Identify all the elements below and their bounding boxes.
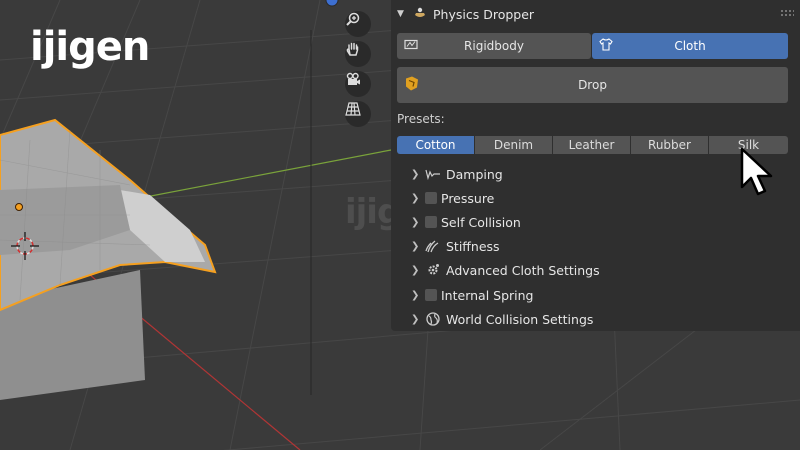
chevron-down-icon: ▼ [397,9,404,19]
pressure-checkbox[interactable] [425,192,437,204]
subpanel-label: Pressure [441,190,495,206]
drag-handle-icon[interactable] [780,9,794,17]
logo: ijigen [30,24,150,70]
physics-dropper-panel: ▼ Physics Dropper Rigidbody Cloth Drop P… [391,0,800,331]
drop-label: Drop [578,78,607,92]
preset-leather[interactable]: Leather [553,136,630,154]
subpanel-label: World Collision Settings [446,311,594,327]
globe-icon [425,311,441,327]
rigidbody-icon [404,39,418,54]
subpanel-label: Advanced Cloth Settings [446,262,600,278]
panel-header[interactable]: ▼ Physics Dropper [391,0,800,28]
internal-spring-checkbox[interactable] [425,289,437,301]
rigidbody-label: Rigidbody [464,39,524,53]
rigidbody-button[interactable]: Rigidbody [397,33,591,59]
origin-dot [15,203,23,211]
hand-icon [346,42,359,56]
grid-icon [345,102,361,116]
stiffness-icon [425,238,441,254]
gear-icon [425,262,441,278]
preset-rubber[interactable]: Rubber [631,136,708,154]
chevron-right-icon: ❯ [411,289,420,301]
subpanel-pressure[interactable]: ❯ Pressure [411,188,494,208]
mouse-pointer-icon [740,147,773,196]
subpanel-stiffness[interactable]: ❯ Stiffness [411,236,500,256]
camera-icon [346,72,360,85]
pan-button[interactable] [345,41,371,67]
chevron-right-icon: ❯ [411,168,420,180]
shirt-icon [599,38,613,54]
physics-dropper-icon [413,6,427,23]
drop-button[interactable]: Drop [397,67,788,103]
presets-label: Presets: [397,112,445,126]
chevron-right-icon: ❯ [411,216,420,228]
zoom-button[interactable] [345,11,371,37]
subpanel-label: Internal Spring [441,287,534,303]
cloth-button[interactable]: Cloth [592,33,788,59]
subpanel-label: Stiffness [446,238,500,254]
subpanel-label: Damping [446,166,503,182]
chevron-right-icon: ❯ [411,192,420,204]
preset-denim[interactable]: Denim [475,136,552,154]
camera-button[interactable] [345,71,371,97]
chevron-right-icon: ❯ [411,313,420,325]
chevron-right-icon: ❯ [411,264,420,276]
zoom-icon [346,12,360,26]
preset-cotton[interactable]: Cotton [397,136,474,154]
subpanel-world-collision-settings[interactable]: ❯ World Collision Settings [411,309,593,329]
cloth-label: Cloth [674,39,706,53]
subpanel-damping[interactable]: ❯ Damping [411,164,503,184]
subpanel-label: Self Collision [441,214,521,230]
panel-title: Physics Dropper [433,6,535,22]
subpanel-internal-spring[interactable]: ❯ Internal Spring [411,285,534,305]
subpanel-self-collision[interactable]: ❯ Self Collision [411,212,521,232]
damping-icon [425,166,441,182]
self-collision-checkbox[interactable] [425,216,437,228]
drop-icon [404,76,420,95]
ortho-toggle-button[interactable] [345,101,371,127]
subpanel-advanced-cloth-settings[interactable]: ❯ Advanced Cloth Settings [411,260,600,280]
chevron-right-icon: ❯ [411,240,420,252]
